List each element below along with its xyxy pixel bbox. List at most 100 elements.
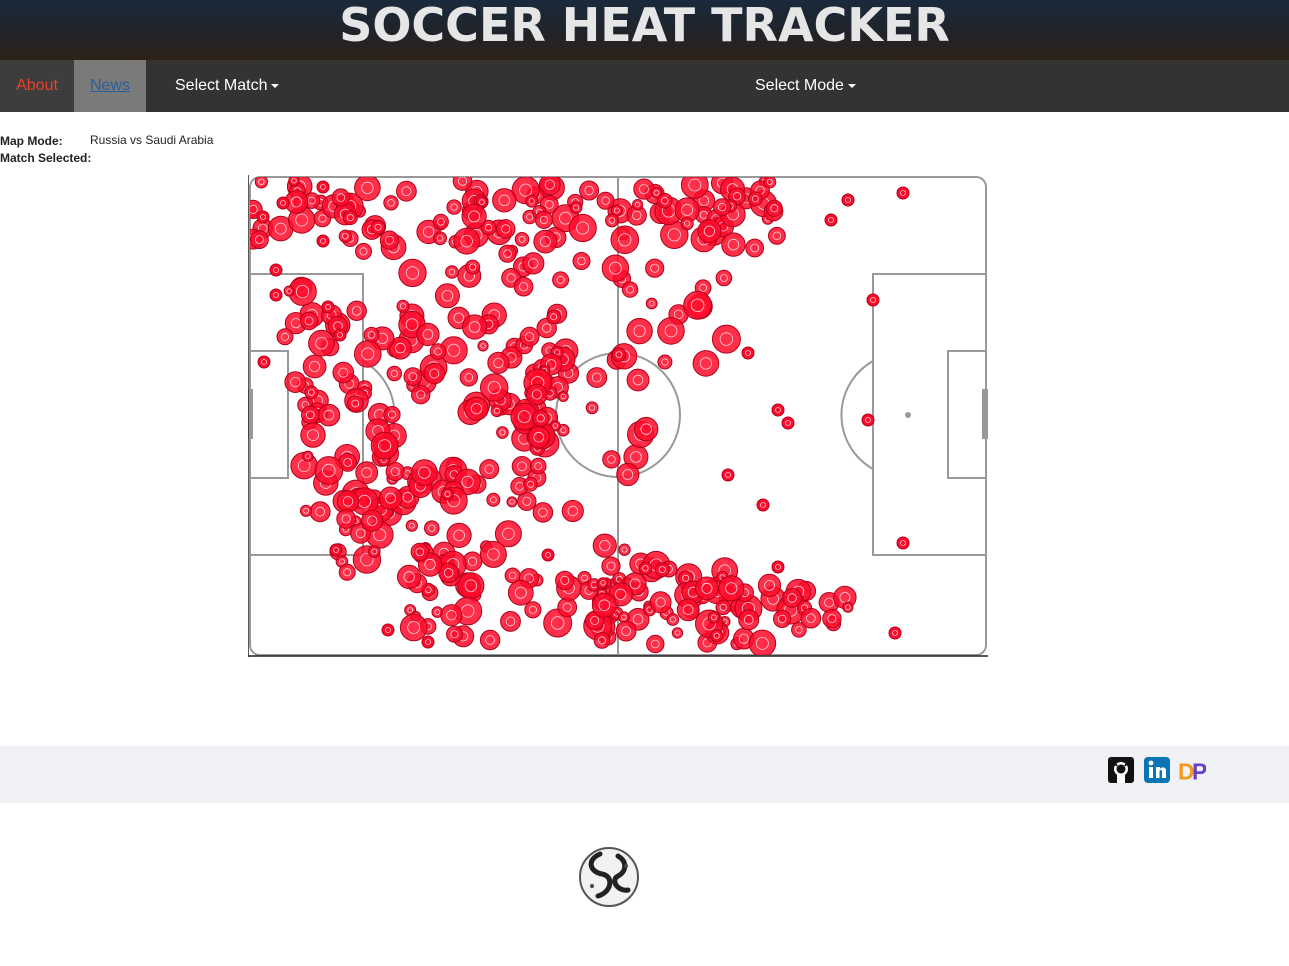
heat-blob [385,462,405,482]
heat-blob [602,450,621,469]
heat-blob [610,225,640,255]
heat-blob [721,468,735,482]
heat-blob [446,199,462,215]
heat-blob [615,620,637,642]
select-match-dropdown[interactable]: Select Match [175,60,280,112]
heat-blob [355,461,379,485]
heat-blob [434,283,460,309]
heat-blob [514,232,530,247]
heat-blob [680,177,709,199]
heat-blob [368,545,381,558]
heat-blob [269,288,283,302]
heat-blob [411,459,438,487]
heat-blob [383,195,399,211]
heat-blob [507,579,534,606]
heat-blob [317,403,341,427]
heat-blob [707,611,720,624]
heat-blob [552,271,570,289]
heat-blob [646,634,665,654]
heat-blob [396,299,410,313]
heat-blob [316,234,330,248]
heat-blob [748,629,777,655]
heat-blob [446,522,472,548]
heat-blob [440,604,463,627]
nav-news-link[interactable]: News [74,60,146,112]
heat-blob [896,186,910,200]
select-match-label: Select Match [175,77,268,94]
heat-blob [763,177,777,189]
linkedin-icon[interactable] [1143,756,1171,784]
heat-blob [308,329,335,357]
heat-blob [657,354,673,370]
heat-blob [596,191,615,210]
select-mode-dropdown[interactable]: Select Mode [755,60,856,112]
heat-blob [745,238,765,258]
heat-blob [657,317,685,345]
heat-blob [572,252,591,270]
heat-blob [616,462,640,487]
heat-blob [710,629,724,643]
chevron-down-icon [847,83,856,88]
right-goal [982,389,989,439]
heat-blob [773,609,792,628]
nav-about-link[interactable]: About [0,60,74,112]
heat-blob [568,213,597,243]
heat-blob [403,367,423,387]
heat-blob [841,193,855,207]
heat-blob [896,536,910,550]
heat-blob [711,324,741,354]
heat-blob [649,591,672,614]
heat-blob [738,609,760,631]
heat-blob [486,492,501,507]
github-icon[interactable] [1107,756,1135,784]
heat-blob [525,194,539,208]
heat-blob [410,542,430,562]
heat-blob [370,219,386,235]
heat-blob [645,297,658,310]
heat-blob [527,425,551,449]
heat-blob [645,258,665,278]
heat-blob [513,276,534,297]
heat-blob [331,188,351,207]
heat-blob [429,343,447,360]
dp-logo-icon[interactable]: D P [1178,756,1206,784]
heat-blob [534,210,553,229]
heat-blob [383,406,401,424]
page-title: SOCCER HEAT TRACKER [339,0,950,52]
map-mode-label: Map Mode: [0,134,63,148]
heat-blob [288,177,300,187]
heat-blob [462,314,488,340]
heat-blob [441,487,454,501]
heat-blob [592,533,617,558]
heat-blob [302,450,314,462]
heat-blob [321,300,335,314]
heat-blob [621,281,639,298]
heat-blob [626,368,650,392]
heat-blob [532,502,554,523]
heat-blob [338,563,356,581]
select-mode-label: Select Mode [755,77,844,94]
heat-blob [771,560,785,574]
heat-blob [479,629,501,651]
heat-blob [888,626,902,640]
heat-blob [768,226,786,245]
heat-blob [747,191,763,207]
heat-blob [411,385,431,405]
heat-blob [593,632,611,649]
svg-text:P: P [1192,759,1206,784]
heat-blob [479,459,500,480]
heat-blob [713,198,732,217]
heat-blob [354,340,382,368]
soccer-ball-icon [579,847,639,907]
heat-blob [526,383,548,406]
heat-blob [490,404,504,418]
heat-blob [522,252,545,275]
heat-blob [336,509,357,529]
heat-blob [765,199,783,217]
heat-blob [591,592,617,618]
heat-blob [721,232,746,257]
heat-blob [634,416,659,442]
heat-blob [683,290,713,320]
heat-blob [378,486,403,510]
heat-blob [452,177,473,191]
